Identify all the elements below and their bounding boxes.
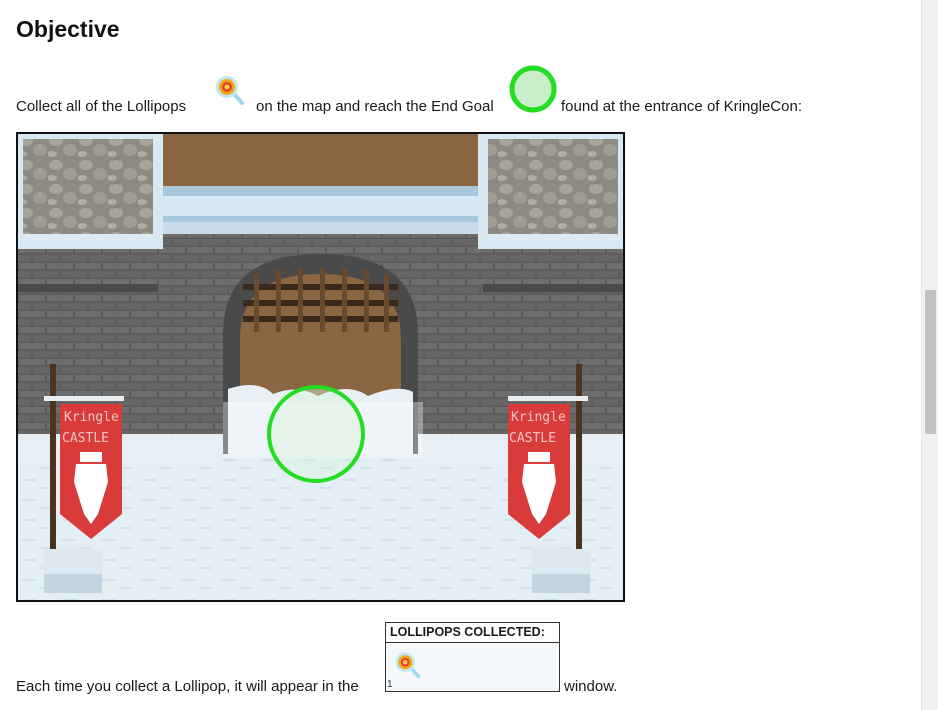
intro-text-1: Collect all of the Lollipops — [16, 98, 187, 115]
footer-line: Each time you collect a Lollipop, it wil… — [16, 678, 617, 695]
page-scrollbar[interactable] — [921, 0, 938, 710]
castle-map-image: Kringle CASTLE Kringle CASTLE — [16, 132, 625, 602]
footer-text-after: window. — [564, 678, 618, 695]
banner-left-line1: Kringle — [64, 410, 119, 425]
lollipops-collected-window: LOLLIPOPS COLLECTED: 1 — [385, 622, 560, 692]
banner-right-line2: CASTLE — [509, 431, 556, 446]
lollipop-icon — [392, 649, 422, 679]
banner-right-line1: Kringle — [511, 410, 566, 425]
intro-text-2: on the map and reach the End Goal — [256, 98, 494, 115]
scrollbar-thumb[interactable] — [925, 290, 936, 434]
objective-heading: Objective — [16, 16, 120, 42]
collected-count: 1 — [387, 679, 393, 690]
objective-section: Objective Collect all of the Lollipops o… — [16, 0, 916, 710]
end-goal-icon — [508, 64, 558, 114]
intro-line: Collect all of the Lollipops on the map … — [16, 64, 896, 116]
banner-left-line2: CASTLE — [62, 431, 109, 446]
intro-text-3: found at the entrance of KringleCon: — [561, 98, 802, 115]
footer-text-before: Each time you collect a Lollipop, it wil… — [16, 678, 359, 695]
lollipop-icon — [212, 72, 246, 106]
collected-window-header: LOLLIPOPS COLLECTED: — [386, 623, 559, 643]
